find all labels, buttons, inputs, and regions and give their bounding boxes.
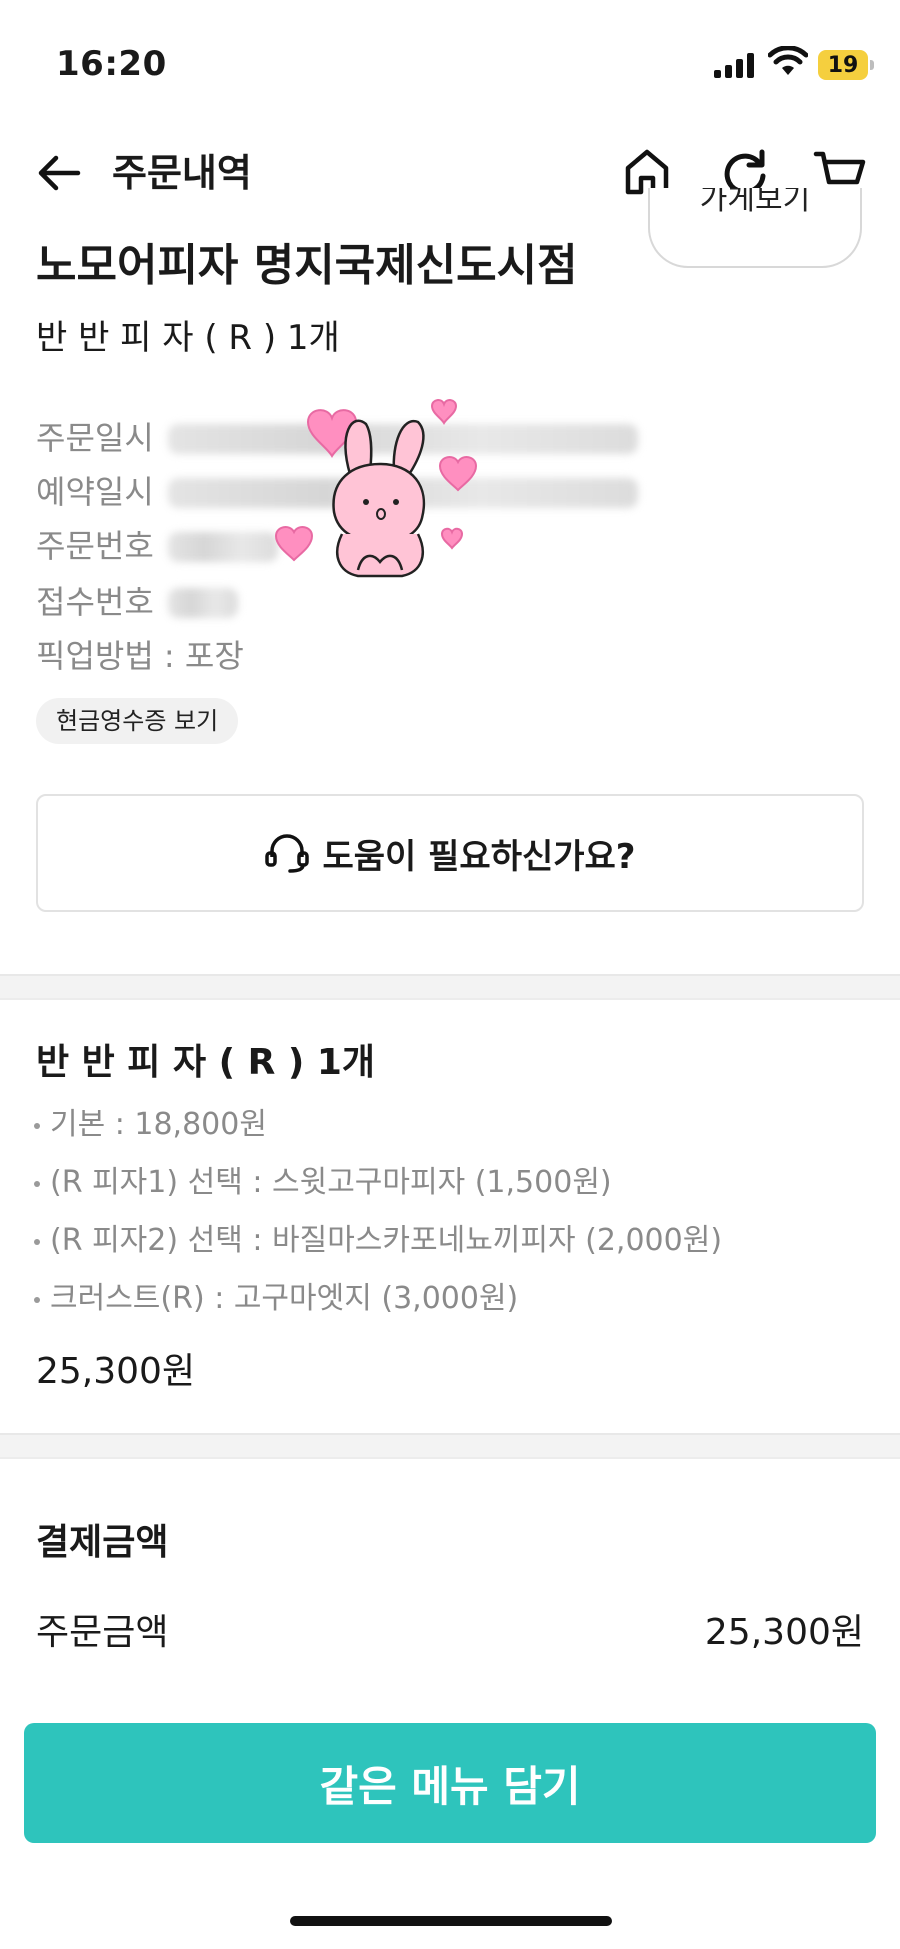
order-number-row: 주문번호 bbox=[36, 524, 278, 568]
page-title: 주문내역 bbox=[112, 151, 252, 195]
home-indicator[interactable] bbox=[290, 1916, 612, 1926]
menu-item-title: 반 반 피 자 ( R ) 1개 bbox=[36, 1042, 376, 1083]
menu-item-price: 25,300원 bbox=[36, 1351, 196, 1392]
order-date-label: 주문일시 bbox=[36, 419, 154, 457]
order-number-label: 주문번호 bbox=[36, 527, 154, 565]
reservation-date-label: 예약일시 bbox=[36, 473, 154, 511]
bullet bbox=[34, 1122, 40, 1129]
bullet bbox=[34, 1238, 40, 1245]
view-store-button[interactable]: 가게보기 bbox=[648, 188, 862, 268]
order-number-value-redacted bbox=[167, 532, 278, 562]
wifi-icon bbox=[768, 46, 808, 75]
battery-level: 19 bbox=[827, 52, 859, 78]
battery-icon: 19 bbox=[818, 50, 868, 80]
menu-option-text: 크러스트(R) : 고구마엣지 (3,000원) bbox=[50, 1281, 519, 1316]
menu-option: (R 피자2) 선택 : 바질마스카포네뇨끼피자 (2,000원) bbox=[34, 1220, 722, 1262]
add-same-menu-label: 같은 메뉴 담기 bbox=[319, 1761, 581, 1811]
section-divider bbox=[0, 1433, 900, 1459]
order-summary: 반 반 피 자 ( R ) 1개 bbox=[36, 318, 340, 358]
help-button[interactable]: 도움이 필요하신가요? bbox=[36, 794, 864, 912]
receipt-number-label: 접수번호 bbox=[36, 583, 154, 621]
pickup-method: 픽업방법 : 포장 bbox=[36, 637, 244, 675]
menu-option: (R 피자1) 선택 : 스윗고구마피자 (1,500원) bbox=[34, 1162, 612, 1204]
bullet bbox=[34, 1180, 40, 1187]
add-same-menu-button[interactable]: 같은 메뉴 담기 bbox=[24, 1723, 876, 1843]
bunny-sticker-icon bbox=[274, 399, 478, 578]
menu-option: 기본 : 18,800원 bbox=[34, 1104, 267, 1146]
cash-receipt-button[interactable]: 현금영수증 보기 bbox=[36, 698, 239, 744]
cellular-signal-icon bbox=[714, 50, 754, 78]
section-divider bbox=[0, 974, 900, 1000]
bullet bbox=[34, 1296, 40, 1303]
order-amount-value: 25,300원 bbox=[704, 1612, 864, 1653]
headset-icon bbox=[265, 834, 310, 873]
back-arrow-icon[interactable] bbox=[34, 148, 84, 198]
battery-tip bbox=[870, 60, 874, 70]
menu-option-text: (R 피자2) 선택 : 바질마스카포네뇨끼피자 (2,000원) bbox=[50, 1223, 723, 1258]
help-label: 도움이 필요하신가요? bbox=[322, 836, 636, 877]
menu-option: 크러스트(R) : 고구마엣지 (3,000원) bbox=[34, 1278, 518, 1320]
status-time: 16:20 bbox=[56, 44, 167, 84]
view-store-label: 가게보기 bbox=[699, 188, 811, 217]
receipt-number-value-redacted bbox=[167, 588, 238, 618]
order-amount-label: 주문금액 bbox=[36, 1612, 169, 1653]
payment-section-title: 결제금액 bbox=[36, 1522, 169, 1563]
menu-option-text: 기본 : 18,800원 bbox=[50, 1107, 267, 1142]
menu-option-text: (R 피자1) 선택 : 스윗고구마피자 (1,500원) bbox=[50, 1165, 612, 1200]
store-name: 노모어피자 명지국제신도시점 bbox=[36, 240, 578, 291]
receipt-number-row: 접수번호 bbox=[36, 580, 238, 624]
